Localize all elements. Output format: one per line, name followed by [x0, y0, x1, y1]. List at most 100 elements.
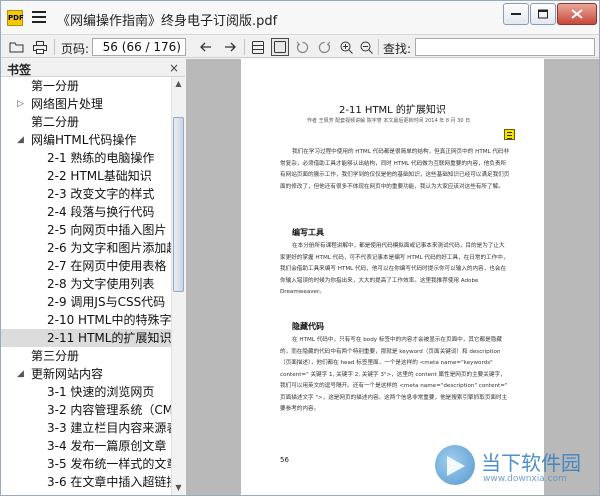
fit-page-icon — [274, 41, 286, 53]
bookmark-item[interactable]: 2-9 调用JS与CSS代码 — [1, 293, 171, 311]
page-number-input[interactable]: 56 (66 / 176) — [92, 38, 186, 56]
title-bar: PDF 《网编操作指南》终身电子订阅版.pdf — [1, 1, 599, 35]
bookmark-label: 3-2 内容管理系统（CMS） — [47, 403, 171, 417]
document-viewer[interactable]: 2-11 HTML 的扩展知识 作者 王佩芳 配套视频讲解 陈宇誉 本文最后更新… — [186, 59, 599, 495]
doc-meta: 作者 王佩芳 配套视频讲解 陈宇誉 本文最后更新时间 2014 年 8 月 30… — [307, 118, 471, 124]
scroll-down-arrow-icon[interactable]: ▼ — [172, 481, 185, 495]
bookmark-item[interactable]: ▷ 网络图片处理 — [1, 95, 171, 113]
toolbar: 页码: 56 (66 / 176) 查找: — [1, 36, 599, 58]
close-panel-icon[interactable]: × — [169, 61, 179, 75]
collapse-arrow-icon[interactable]: ◢ — [17, 365, 24, 383]
pdf-page: 2-11 HTML 的扩展知识 作者 王佩芳 配套视频讲解 陈宇誉 本文最后更新… — [241, 59, 544, 495]
window-title: 《网编操作指南》终身电子订阅版.pdf — [57, 14, 278, 29]
doc-paragraph: 在本分册所有课程讲解中，都是使用代码模拟面或记事本来测试代码，目的是为了让大家更… — [280, 243, 509, 295]
scrollbar-thumb[interactable] — [173, 117, 184, 292]
bookmark-panel-title: 书签 — [7, 63, 32, 77]
doc-title: 2-11 HTML 的扩展知识 — [339, 105, 446, 116]
folder-open-icon — [9, 42, 23, 53]
rotate-right-icon — [318, 41, 330, 53]
zoom-in-button[interactable] — [337, 38, 355, 56]
rotate-right-button[interactable] — [315, 38, 333, 56]
open-button[interactable] — [7, 38, 25, 56]
search-input[interactable] — [415, 38, 595, 56]
bookmark-item[interactable]: 第三分册 — [1, 347, 171, 365]
bookmark-item[interactable]: ◢ 网编HTML代码操作 — [1, 131, 171, 149]
bookmark-label: 网络图片处理 — [31, 97, 104, 111]
maximize-button[interactable] — [530, 3, 556, 25]
page-count: (66 / 176) — [121, 40, 181, 54]
bookmark-item[interactable]: 2-4 段落与换行代码 — [1, 203, 171, 221]
fit-width-icon — [252, 40, 264, 54]
zoom-out-button[interactable] — [357, 38, 375, 56]
arrow-left-icon — [200, 42, 211, 52]
bookmark-item[interactable]: 2-7 在网页中使用表格 — [1, 257, 171, 275]
bookmark-item[interactable]: 2-8 为文字使用列表 — [1, 275, 171, 293]
page-label: 页码: — [61, 42, 90, 56]
bookmark-label: 更新网站内容 — [31, 367, 104, 381]
maximize-icon — [538, 9, 548, 19]
bookmark-item[interactable]: 3-1 快速的浏览网页 — [1, 383, 171, 401]
bookmark-label: 3-4 发布一篇原创文章 — [47, 439, 167, 453]
bookmark-label: 3-6 在文章中插入超链接 — [47, 475, 171, 489]
bookmark-panel: 书签 × 第一分册 ▷ 网络图片处理 第二分册 ◢ 网编HTML代码操作 2-1 熟练的电脑… — [1, 59, 185, 495]
bookmark-label: 3-1 快速的浏览网页 — [47, 385, 155, 399]
bookmark-label: 网编HTML代码操作 — [31, 133, 137, 147]
bookmark-item[interactable]: 3-5 发布统一样式的文章 — [1, 455, 171, 473]
bookmark-item[interactable]: 3-6 在文章中插入超链接 — [1, 473, 171, 491]
app-logo-icon: PDF — [7, 10, 24, 26]
bookmark-item[interactable]: 2-2 HTML基础知识 — [1, 167, 171, 185]
arrow-right-icon — [225, 42, 236, 52]
doc-paragraph: 在 HTML 代码中，只有写在 body 标签中的内容才会被显示在页面中，其它都… — [280, 337, 508, 412]
minimize-icon — [511, 13, 521, 15]
bookmark-item[interactable]: 2-10 HTML中的特殊字符 — [1, 311, 171, 329]
zoom-out-icon — [360, 41, 373, 54]
annotation-note-icon[interactable] — [504, 129, 515, 140]
bookmark-label: 第二分册 — [31, 115, 80, 129]
fit-page-button[interactable] — [271, 38, 289, 56]
toolbar-separator — [244, 39, 245, 55]
bookmark-item[interactable]: 3-3 建立栏目内容来源表 — [1, 419, 171, 437]
page-number-value: 56 — [102, 40, 118, 54]
expand-arrow-icon[interactable]: ▷ — [17, 95, 24, 113]
bookmark-label: 3-5 发布统一样式的文章 — [47, 457, 171, 471]
bookmark-label: 2-4 段落与换行代码 — [47, 205, 155, 219]
toolbar-separator — [378, 39, 379, 55]
bookmark-label: 2-9 调用JS与CSS代码 — [47, 295, 166, 309]
hamburger-menu-icon[interactable] — [32, 11, 46, 25]
bookmark-label: 第三分册 — [31, 349, 80, 363]
bookmark-item[interactable]: 3-2 内容管理系统（CMS） — [1, 401, 171, 419]
bookmark-item[interactable]: ◢ 更新网站内容 — [1, 365, 171, 383]
minimize-button[interactable] — [503, 3, 529, 25]
bookmark-label: 2-10 HTML中的特殊字符 — [47, 313, 171, 327]
toolbar-separator — [54, 39, 55, 55]
bookmark-label: 2-5 向网页中插入图片 — [47, 223, 167, 237]
doc-heading: 隐藏代码 — [292, 322, 324, 331]
previous-page-button[interactable] — [197, 38, 215, 56]
bookmark-item[interactable]: 2-3 改变文字的样式 — [1, 185, 171, 203]
bookmark-scrollbar[interactable]: ▲ ▼ — [171, 77, 185, 495]
bookmark-label: 3-3 建立栏目内容来源表 — [47, 421, 171, 435]
print-button[interactable] — [31, 38, 49, 56]
bookmark-item[interactable]: 2-6 为文字和图片添加超链接 — [1, 239, 171, 257]
page-number: 56 — [280, 456, 289, 464]
bookmark-label: 2-2 HTML基础知识 — [47, 169, 152, 183]
bookmark-panel-header: 书签 × — [1, 59, 185, 77]
fit-width-button[interactable] — [249, 38, 267, 56]
zoom-in-icon — [340, 41, 353, 54]
site-watermark: 当下软件园 www.downxia.com — [431, 441, 600, 497]
scroll-up-arrow-icon[interactable]: ▲ — [172, 77, 185, 91]
bookmark-item[interactable]: 第二分册 — [1, 113, 171, 131]
bookmark-item[interactable]: 3-4 发布一篇原创文章 — [1, 437, 171, 455]
close-button[interactable] — [557, 3, 597, 25]
rotate-left-button[interactable] — [293, 38, 311, 56]
bookmark-item[interactable]: 2-1 熟练的电脑操作 — [1, 149, 171, 167]
collapse-arrow-icon[interactable]: ◢ — [17, 131, 24, 149]
bookmark-item[interactable]: 第一分册 — [1, 77, 171, 95]
bookmark-label: 2-11 HTML的扩展知识 — [47, 331, 171, 345]
next-page-button[interactable] — [221, 38, 239, 56]
print-icon — [33, 40, 47, 54]
bookmark-label: 2-8 为文字使用列表 — [47, 277, 155, 291]
rotate-left-icon — [296, 41, 308, 53]
bookmark-item[interactable]: 2-11 HTML的扩展知识 — [1, 329, 171, 347]
bookmark-item[interactable]: 2-5 向网页中插入图片 — [1, 221, 171, 239]
